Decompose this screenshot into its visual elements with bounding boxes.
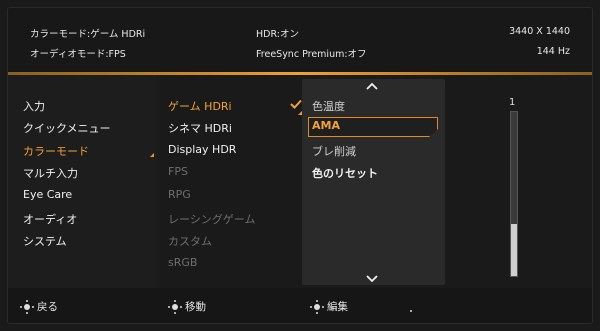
color-mode-list: ゲーム HDRi シネマ HDRi Display HDR FPS RPG レー… — [160, 75, 302, 288]
main-menu-item-multi-input[interactable]: マルチ入力 — [23, 165, 78, 181]
chevron-up-icon[interactable] — [366, 82, 378, 90]
freesync-info: FreeSync Premium:オフ — [256, 49, 367, 60]
back-control[interactable]: 戻る — [20, 299, 58, 314]
main-menu-item-color-mode[interactable]: カラーモード — [23, 143, 89, 159]
check-icon — [290, 99, 302, 109]
main-menu-item-audio[interactable]: オーディオ — [23, 211, 77, 227]
chevron-down-icon[interactable] — [366, 275, 378, 283]
main-menu-item-system[interactable]: システム — [23, 233, 67, 249]
refresh-info: 144 Hz — [536, 46, 570, 57]
color-mode-item-rpg: RPG — [168, 188, 191, 201]
sub-option-color-reset[interactable]: 色のリセット — [312, 165, 378, 181]
joystick-icon — [20, 300, 34, 314]
footer-bar: 戻る 移動 編集 — [8, 288, 592, 323]
hdr-info: HDR:オン — [256, 29, 299, 40]
main-menu-item-eye-care[interactable]: Eye Care — [23, 188, 72, 201]
ama-slider[interactable] — [510, 111, 518, 277]
color-mode-item-display-hdr[interactable]: Display HDR — [168, 143, 236, 156]
osd-menu: カラーモード:ゲーム HDRi オーディオモード:FPS HDR:オン Free… — [8, 8, 592, 323]
move-label: 移動 — [185, 301, 206, 313]
slider-fill — [511, 224, 517, 276]
move-control[interactable]: 移動 — [168, 299, 206, 314]
color-mode-info: カラーモード:ゲーム HDRi — [30, 29, 146, 40]
joystick-icon — [168, 300, 182, 314]
back-label: 戻る — [37, 301, 58, 313]
edit-label: 編集 — [327, 301, 348, 313]
main-menu-item-input[interactable]: 入力 — [23, 98, 45, 114]
joystick-icon — [310, 300, 324, 314]
audio-mode-info: オーディオモード:FPS — [30, 49, 126, 60]
color-mode-item-cinema-hdri[interactable]: シネマ HDRi — [168, 120, 232, 136]
sub-option-list: 色温度 AMA ブレ削減 色のリセット — [302, 79, 445, 285]
color-mode-item-fps: FPS — [168, 165, 188, 178]
selected-marker-icon — [150, 153, 154, 157]
sub-option-ama[interactable]: AMA — [312, 119, 340, 132]
resolution-info: 3440 X 1440 — [509, 26, 570, 37]
color-mode-item-custom: カスタム — [168, 235, 212, 248]
sub-option-color-temp[interactable]: 色温度 — [312, 98, 345, 114]
sub-option-blur-reduction[interactable]: ブレ削減 — [312, 143, 356, 159]
color-mode-item-racing: レーシングゲーム — [168, 213, 256, 226]
menu-area: 入力 クイックメニュー カラーモード マルチ入力 Eye Care オーディオ … — [8, 75, 592, 288]
main-menu: 入力 クイックメニュー カラーモード マルチ入力 Eye Care オーディオ … — [8, 75, 156, 288]
main-menu-item-quick-menu[interactable]: クイックメニュー — [23, 120, 111, 136]
color-mode-item-game-hdri[interactable]: ゲーム HDRi — [168, 98, 232, 114]
info-bar: カラーモード:ゲーム HDRi オーディオモード:FPS HDR:オン Free… — [8, 8, 592, 70]
footer-dot — [410, 310, 412, 312]
value-panel: 1 — [445, 75, 592, 288]
edit-control[interactable]: 編集 — [310, 299, 348, 314]
color-mode-item-srgb: sRGB — [168, 256, 198, 269]
slider-value: 1 — [509, 97, 516, 108]
